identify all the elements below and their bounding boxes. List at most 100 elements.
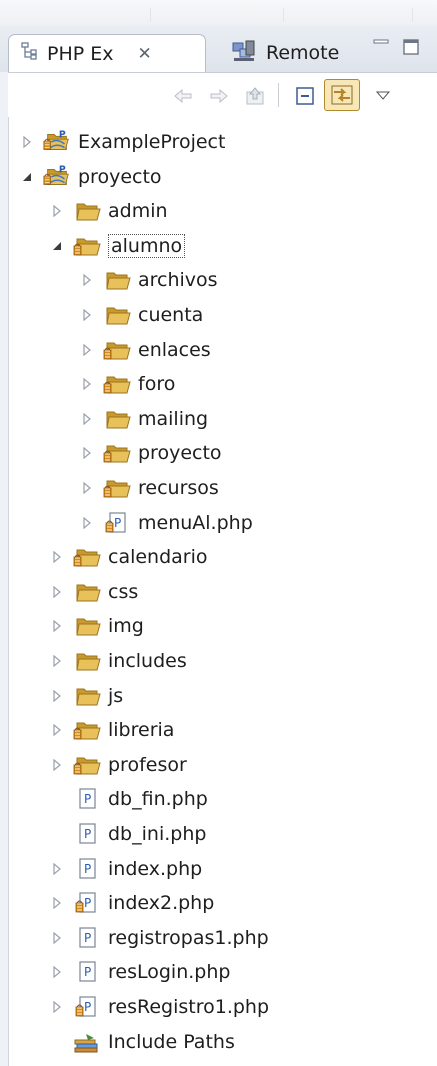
php-file-icon: P [72, 889, 102, 917]
expand-arrow-icon[interactable] [50, 689, 64, 703]
tree-item[interactable]: js [8, 679, 437, 713]
tree-item[interactable]: P ExampleProject [8, 125, 437, 159]
expand-arrow-icon[interactable] [80, 308, 94, 322]
close-icon[interactable]: ✕ [138, 44, 152, 64]
collapse-arrow-icon[interactable] [20, 170, 34, 184]
tree-item[interactable]: Include Paths [8, 1025, 437, 1059]
tree-item-label: cuenta [138, 304, 204, 326]
tree-item[interactable]: P proyecto [8, 160, 437, 194]
tree-item[interactable]: enlaces [8, 333, 437, 367]
tree-item[interactable]: P index2.php [8, 886, 437, 920]
tree-item[interactable]: P index.php [8, 852, 437, 886]
expand-arrow-icon[interactable] [50, 931, 64, 945]
folder-icon [72, 543, 102, 571]
tree-item[interactable]: P menuAl.php [8, 506, 437, 540]
folder-icon [72, 578, 102, 606]
tree-item[interactable]: P resRegistro1.php [8, 990, 437, 1024]
tree-item[interactable]: img [8, 609, 437, 643]
tree-item-label: index.php [108, 857, 203, 880]
view-menu-icon[interactable] [368, 81, 398, 111]
expand-arrow-icon[interactable] [80, 273, 94, 287]
tree-item[interactable]: P registropas1.php [8, 921, 437, 955]
tree-item[interactable]: admin [8, 194, 437, 228]
tree-item[interactable]: P db_ini.php [8, 817, 437, 851]
svg-text:P: P [84, 827, 91, 841]
folder-icon [102, 474, 132, 502]
php-file-icon: P [72, 820, 102, 848]
php-file-icon: P [72, 855, 102, 883]
expand-arrow-icon[interactable] [80, 481, 94, 495]
expand-arrow-icon[interactable] [50, 204, 64, 218]
tab-label: PHP Ex [47, 42, 114, 65]
expand-arrow-icon[interactable] [50, 862, 64, 876]
php-file-icon: P [102, 509, 132, 537]
folder-icon [72, 232, 102, 260]
tree-item[interactable]: cuenta [8, 298, 437, 332]
tab-remote[interactable]: Remote [228, 34, 346, 72]
expand-arrow-icon[interactable] [50, 1000, 64, 1014]
tree-item-label: img [108, 615, 144, 638]
tree-item[interactable]: proyecto [8, 436, 437, 470]
tree-item-label: recursos [138, 477, 219, 499]
expand-arrow-icon[interactable] [50, 654, 64, 668]
tree-item-label: proyecto [78, 165, 162, 188]
php-file-icon: P [72, 924, 102, 952]
tree-item-label: db_ini.php [108, 823, 207, 845]
tree-item[interactable]: archivos [8, 263, 437, 297]
folder-icon [102, 405, 132, 433]
minimize-icon[interactable] [372, 38, 390, 52]
expand-arrow-icon[interactable] [20, 135, 34, 149]
tree-item[interactable]: foro [8, 367, 437, 401]
forward-icon[interactable] [204, 81, 234, 111]
tree-item[interactable]: mailing [8, 402, 437, 436]
collapse-all-icon[interactable] [290, 81, 320, 111]
tree-item-label: archivos [138, 269, 218, 292]
svg-text:P: P [84, 896, 91, 910]
view-tab-bar: PHP Ex ✕ Remote [0, 26, 437, 73]
expand-arrow-icon[interactable] [50, 965, 64, 979]
tree-item[interactable]: recursos [8, 471, 437, 505]
link-with-editor-icon[interactable] [324, 79, 360, 111]
back-icon[interactable] [168, 81, 198, 111]
expand-arrow-icon[interactable] [50, 723, 64, 737]
folder-icon [72, 751, 102, 779]
tree-item[interactable]: libreria [8, 713, 437, 747]
folder-icon [102, 370, 132, 398]
tree-item[interactable]: profesor [8, 748, 437, 782]
php-project-icon: P [42, 163, 72, 191]
top-strip [0, 0, 437, 26]
folder-icon [72, 647, 102, 675]
tree-item[interactable]: css [8, 575, 437, 609]
tree-item[interactable]: P resLogin.php [8, 955, 437, 989]
up-icon[interactable] [240, 81, 270, 111]
expand-arrow-icon[interactable] [50, 758, 64, 772]
expand-arrow-icon[interactable] [50, 619, 64, 633]
remote-systems-icon [232, 40, 256, 67]
svg-text:P: P [59, 164, 66, 175]
tree-item[interactable]: includes [8, 644, 437, 678]
tree-item-label: menuAl.php [138, 511, 253, 534]
expand-arrow-icon[interactable] [80, 377, 94, 391]
collapse-arrow-icon[interactable] [50, 239, 64, 253]
tree-item[interactable]: calendario [8, 540, 437, 574]
folder-icon [102, 266, 132, 294]
expand-arrow-icon[interactable] [50, 585, 64, 599]
tab-php-explorer[interactable]: PHP Ex ✕ [8, 34, 206, 72]
tree-item-label: admin [108, 200, 168, 223]
folder-icon [72, 716, 102, 744]
tree-item-label: db_fin.php [108, 788, 208, 811]
tree-item[interactable]: alumno [8, 229, 437, 263]
maximize-icon[interactable] [402, 38, 420, 56]
svg-text:P: P [84, 931, 91, 945]
include-paths-icon [72, 1028, 102, 1056]
expand-arrow-icon[interactable] [50, 550, 64, 564]
svg-text:P: P [84, 792, 91, 806]
expand-arrow-icon[interactable] [50, 896, 64, 910]
folder-icon [72, 197, 102, 225]
expand-arrow-icon[interactable] [80, 412, 94, 426]
tree-item[interactable]: P db_fin.php [8, 782, 437, 816]
expand-arrow-icon[interactable] [80, 343, 94, 357]
php-explorer-icon [21, 42, 37, 65]
expand-arrow-icon[interactable] [80, 516, 94, 530]
expand-arrow-icon[interactable] [80, 446, 94, 460]
